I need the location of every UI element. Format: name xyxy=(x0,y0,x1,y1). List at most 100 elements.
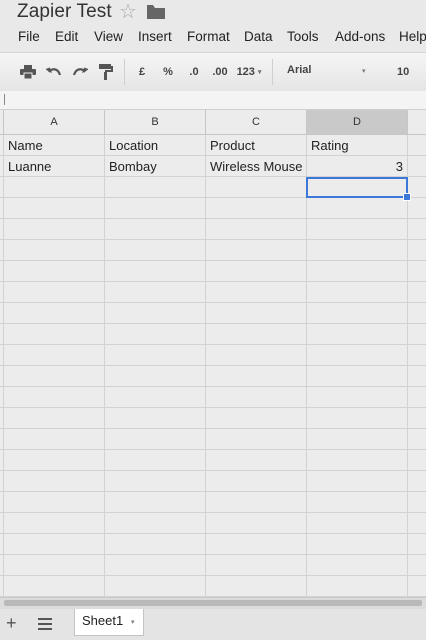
grid-cell[interactable] xyxy=(307,198,408,219)
menu-file[interactable]: File xyxy=(18,29,40,44)
grid-cell[interactable] xyxy=(105,408,206,429)
grid-cell[interactable] xyxy=(105,345,206,366)
grid-cell[interactable] xyxy=(4,513,105,534)
grid-cell[interactable]: Product xyxy=(206,135,307,156)
grid-cell[interactable]: Location xyxy=(105,135,206,156)
chevron-down-icon[interactable]: ▾ xyxy=(131,618,135,626)
grid-cell[interactable] xyxy=(4,303,105,324)
grid-cell[interactable] xyxy=(307,408,408,429)
grid-cell[interactable] xyxy=(206,366,307,387)
grid-cell[interactable] xyxy=(206,450,307,471)
grid-cell[interactable] xyxy=(307,324,408,345)
grid-cell[interactable]: Rating xyxy=(307,135,408,156)
grid-cell[interactable] xyxy=(206,198,307,219)
grid-cell[interactable] xyxy=(105,366,206,387)
grid-cell[interactable] xyxy=(307,513,408,534)
more-formats-button[interactable]: 123 ▾ xyxy=(234,63,264,81)
grid-cell[interactable] xyxy=(4,366,105,387)
grid-cell[interactable] xyxy=(408,576,426,597)
undo-icon[interactable] xyxy=(44,63,64,81)
grid-cell[interactable] xyxy=(4,261,105,282)
grid-cell[interactable] xyxy=(4,240,105,261)
grid-cell[interactable] xyxy=(408,492,426,513)
grid-cell[interactable] xyxy=(408,135,426,156)
grid-cell[interactable]: Name xyxy=(4,135,105,156)
grid-cell[interactable] xyxy=(307,492,408,513)
menu-tools[interactable]: Tools xyxy=(287,29,319,44)
grid-cell[interactable] xyxy=(105,534,206,555)
grid-cell[interactable] xyxy=(408,240,426,261)
grid-cell[interactable] xyxy=(206,345,307,366)
menu-edit[interactable]: Edit xyxy=(55,29,78,44)
grid-cell[interactable] xyxy=(105,492,206,513)
grid-cell[interactable] xyxy=(206,471,307,492)
grid-cell[interactable] xyxy=(206,513,307,534)
horizontal-scrollbar[interactable] xyxy=(0,597,426,609)
grid-cell[interactable] xyxy=(4,198,105,219)
grid-cell[interactable] xyxy=(206,492,307,513)
menu-addons[interactable]: Add-ons xyxy=(335,29,385,44)
grid-cell[interactable] xyxy=(307,471,408,492)
grid-cell[interactable]: 3 xyxy=(307,156,408,177)
folder-icon[interactable] xyxy=(147,5,165,19)
grid-cell[interactable] xyxy=(408,345,426,366)
grid-cell[interactable] xyxy=(206,408,307,429)
grid-cell[interactable] xyxy=(307,345,408,366)
grid-cell[interactable]: Bombay xyxy=(105,156,206,177)
grid-cell[interactable] xyxy=(4,555,105,576)
grid-cell[interactable] xyxy=(105,177,206,198)
column-header-a[interactable]: A xyxy=(4,110,105,134)
menu-view[interactable]: View xyxy=(94,29,123,44)
grid-cell[interactable] xyxy=(105,450,206,471)
add-sheet-icon[interactable]: + xyxy=(6,613,17,634)
grid-cell[interactable] xyxy=(105,219,206,240)
grid-cell[interactable] xyxy=(206,534,307,555)
grid-cell[interactable] xyxy=(206,282,307,303)
grid-cell[interactable] xyxy=(307,219,408,240)
grid-cell[interactable] xyxy=(408,261,426,282)
grid-cell[interactable] xyxy=(4,471,105,492)
grid-cell[interactable] xyxy=(4,387,105,408)
star-icon[interactable]: ☆ xyxy=(119,1,137,23)
grid-cell[interactable] xyxy=(206,240,307,261)
grid-cell[interactable] xyxy=(307,261,408,282)
grid-cell[interactable] xyxy=(105,429,206,450)
grid-cell[interactable] xyxy=(408,366,426,387)
grid-cell[interactable] xyxy=(408,282,426,303)
grid-cell[interactable] xyxy=(408,534,426,555)
scrollbar-thumb[interactable] xyxy=(4,600,422,606)
grid-cell[interactable] xyxy=(105,282,206,303)
grid-cell[interactable] xyxy=(206,261,307,282)
menu-data[interactable]: Data xyxy=(244,29,273,44)
column-header-b[interactable]: B xyxy=(105,110,206,134)
grid-cell[interactable] xyxy=(105,513,206,534)
grid-cell[interactable] xyxy=(408,387,426,408)
grid-cell[interactable] xyxy=(206,555,307,576)
menu-help[interactable]: Help xyxy=(399,29,426,44)
grid-cell[interactable] xyxy=(105,471,206,492)
grid-cell[interactable] xyxy=(4,282,105,303)
grid-cell[interactable] xyxy=(408,408,426,429)
fill-handle[interactable] xyxy=(403,193,411,201)
grid-cell[interactable] xyxy=(4,219,105,240)
grid-cell[interactable] xyxy=(4,324,105,345)
grid-cell[interactable] xyxy=(307,555,408,576)
percent-button[interactable]: % xyxy=(159,63,177,81)
grid-cell[interactable] xyxy=(408,450,426,471)
grid-cell[interactable] xyxy=(307,576,408,597)
decrease-decimal-button[interactable]: .0 xyxy=(184,63,204,81)
sheet-tab-sheet1[interactable]: Sheet1 ▾ xyxy=(74,609,144,636)
grid-cell[interactable] xyxy=(4,534,105,555)
grid-cell[interactable] xyxy=(105,198,206,219)
grid-cell[interactable] xyxy=(307,387,408,408)
grid-cell[interactable] xyxy=(206,576,307,597)
grid-cell[interactable] xyxy=(408,471,426,492)
grid-cell[interactable] xyxy=(408,303,426,324)
print-icon[interactable] xyxy=(18,63,38,81)
grid-cell[interactable] xyxy=(206,177,307,198)
grid-cell[interactable] xyxy=(408,429,426,450)
document-title[interactable]: Zapier Test xyxy=(17,1,112,23)
currency-button[interactable]: £ xyxy=(134,63,150,81)
increase-decimal-button[interactable]: .00 xyxy=(208,63,232,81)
grid-cell[interactable] xyxy=(105,555,206,576)
